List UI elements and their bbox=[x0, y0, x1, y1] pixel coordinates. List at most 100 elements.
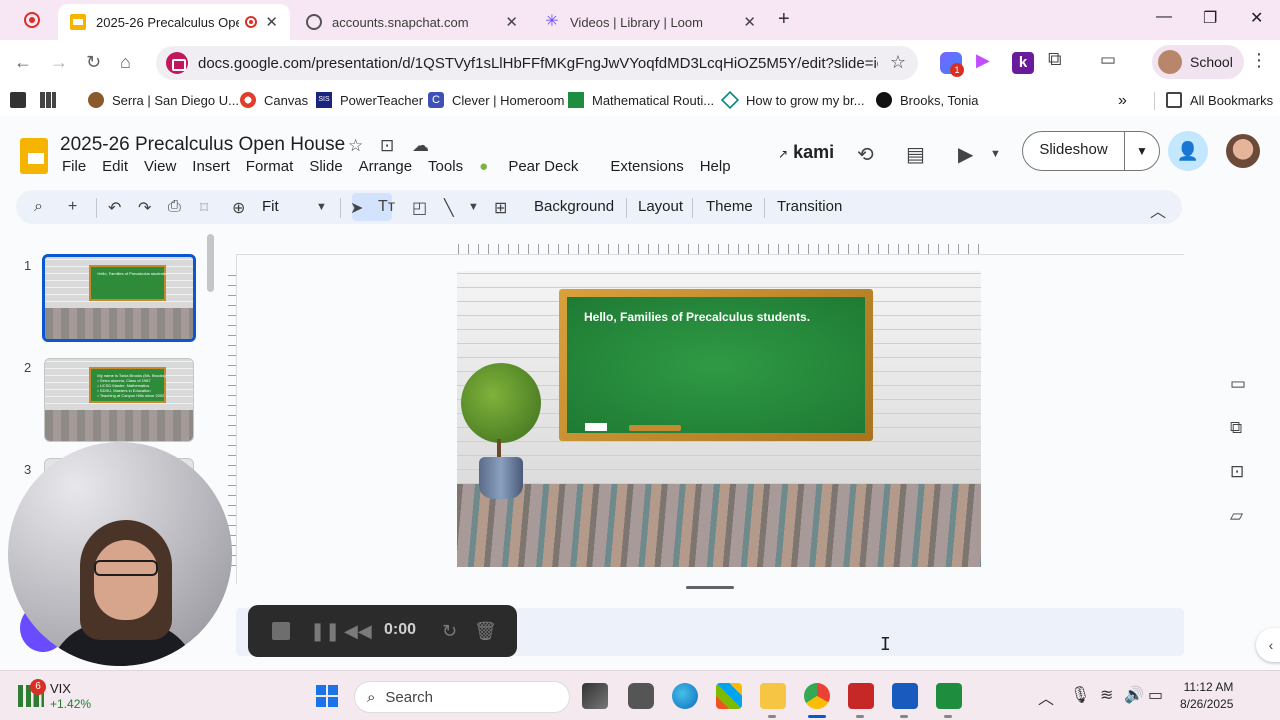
side-panel-toggle-icon[interactable]: ‹ bbox=[1256, 628, 1280, 662]
text-box-icon[interactable]: Tт bbox=[378, 198, 395, 216]
menu-tools[interactable]: Tools bbox=[428, 158, 463, 175]
back-arrow-icon[interactable]: ← bbox=[14, 52, 32, 73]
menu-insert[interactable]: Insert bbox=[192, 158, 230, 175]
bookmark-grow[interactable]: How to grow my br... bbox=[720, 90, 864, 110]
insert-comment-icon[interactable]: ⊞ bbox=[494, 198, 507, 218]
browser-menu-icon[interactable]: ⋮ bbox=[1250, 50, 1268, 71]
bookmark-powerteacher[interactable]: SIS PowerTeacher bbox=[316, 92, 423, 108]
task-view-icon[interactable] bbox=[582, 683, 608, 709]
acrobat-icon[interactable] bbox=[848, 683, 874, 709]
extensions-puzzle-icon[interactable]: ⧉ bbox=[1048, 49, 1070, 71]
new-slide-icon[interactable]: + bbox=[68, 198, 77, 216]
menu-view[interactable]: View bbox=[144, 158, 176, 175]
chevron-down-icon[interactable]: ▼ bbox=[990, 148, 1001, 160]
menu-extensions[interactable]: Extensions bbox=[610, 158, 683, 175]
extension-loom-icon[interactable]: ▶ bbox=[976, 50, 998, 72]
home-icon[interactable]: ⌂ bbox=[120, 52, 131, 73]
menu-arrange[interactable]: Arrange bbox=[359, 158, 412, 175]
extension-kami-icon[interactable]: k bbox=[1012, 52, 1034, 74]
bookmarks-overflow-button[interactable]: » bbox=[1118, 92, 1127, 110]
tab-snapchat[interactable]: accounts.snapchat.com ✕ bbox=[294, 4, 530, 40]
sheets-app-icon[interactable] bbox=[936, 683, 962, 709]
reload-icon[interactable]: ↻ bbox=[86, 52, 101, 73]
notes-resize-handle[interactable] bbox=[686, 586, 734, 589]
collapse-toolbar-icon[interactable]: ︿ bbox=[1150, 198, 1166, 222]
print-icon[interactable]: ⎙ bbox=[168, 198, 181, 216]
slide-thumbnail-2[interactable]: My name is Tonia Brooks (Ms. Brooks) • S… bbox=[44, 358, 194, 442]
transition-button[interactable]: Transition bbox=[777, 198, 842, 215]
slideshow-label[interactable]: Slideshow bbox=[1023, 131, 1125, 171]
theme-button[interactable]: Theme bbox=[706, 198, 753, 215]
slideshow-dropdown-icon[interactable]: ▼ bbox=[1125, 144, 1159, 158]
zoom-icon[interactable]: ⊕ bbox=[232, 198, 245, 218]
new-tab-button[interactable]: + bbox=[778, 8, 790, 31]
close-icon[interactable]: ✕ bbox=[505, 13, 518, 31]
microphone-icon[interactable]: 🎙 bbox=[1070, 685, 1090, 705]
vertical-ruler[interactable] bbox=[228, 266, 236, 566]
cloud-saved-icon[interactable]: ☁ bbox=[412, 136, 429, 156]
line-icon[interactable]: ╲ bbox=[444, 198, 454, 218]
site-info-icon[interactable] bbox=[166, 52, 188, 74]
webcam-bubble[interactable] bbox=[8, 442, 232, 666]
search-menus-icon[interactable]: ⌕ bbox=[34, 198, 43, 216]
taskbar-search-input[interactable]: ⌕ Search bbox=[354, 681, 570, 713]
captions-icon[interactable]: ▭ bbox=[1230, 374, 1246, 394]
battery-icon[interactable]: ▭ bbox=[1148, 685, 1163, 705]
document-title[interactable]: 2025-26 Precalculus Open House bbox=[60, 134, 345, 156]
rewind-icon[interactable]: ◀◀ bbox=[344, 621, 372, 642]
pause-icon[interactable]: ❚❚ bbox=[310, 621, 340, 642]
address-bar[interactable]: docs.google.com/presentation/d/1QSTVyf1s… bbox=[156, 46, 918, 80]
slideshow-button[interactable]: Slideshow ▼ bbox=[1022, 131, 1160, 171]
zoom-select[interactable]: Fit bbox=[262, 198, 279, 215]
restart-icon[interactable]: ↻ bbox=[442, 621, 457, 642]
menu-edit[interactable]: Edit bbox=[102, 158, 128, 175]
bookmark-app-icon[interactable] bbox=[10, 92, 34, 108]
all-bookmarks-button[interactable]: All Bookmarks bbox=[1166, 92, 1273, 108]
shape-icon[interactable]: ◰ bbox=[412, 198, 427, 218]
minimize-button[interactable]: — bbox=[1156, 8, 1172, 26]
slides-library-icon[interactable]: ⧉ bbox=[1230, 418, 1242, 438]
stop-recording-icon[interactable] bbox=[272, 622, 290, 640]
undo-icon[interactable]: ↶ bbox=[108, 198, 121, 218]
line-dropdown-icon[interactable]: ▼ bbox=[468, 201, 479, 213]
bookmark-serra[interactable]: Serra | San Diego U... bbox=[88, 92, 239, 108]
word-icon[interactable] bbox=[892, 683, 918, 709]
edge-icon[interactable] bbox=[672, 683, 698, 709]
bookmark-clever[interactable]: C Clever | Homeroom bbox=[428, 92, 564, 108]
menu-help[interactable]: Help bbox=[700, 158, 731, 175]
maximize-button[interactable]: ❐ bbox=[1203, 8, 1217, 28]
menu-pear-deck[interactable]: ● Pear Deck bbox=[479, 158, 594, 175]
store-icon[interactable] bbox=[716, 683, 742, 709]
forward-arrow-icon[interactable]: → bbox=[50, 52, 68, 73]
filmstrip-scrollbar[interactable] bbox=[207, 234, 214, 292]
window-close-button[interactable]: ✕ bbox=[1250, 8, 1263, 28]
comments-icon[interactable]: ▤ bbox=[906, 142, 925, 167]
bookmark-canvas[interactable]: Canvas bbox=[240, 92, 308, 108]
camera-app-icon[interactable] bbox=[628, 683, 654, 709]
folder-icon[interactable]: ▱ bbox=[1230, 506, 1243, 526]
bookmark-math-routines[interactable]: Mathematical Routi... bbox=[568, 92, 714, 108]
zoom-dropdown-icon[interactable]: ▼ bbox=[316, 201, 327, 213]
file-explorer-icon[interactable] bbox=[760, 683, 786, 709]
horizontal-ruler[interactable] bbox=[458, 244, 980, 254]
redo-icon[interactable]: ↷ bbox=[138, 198, 151, 218]
kami-button[interactable]: ↗ kami bbox=[778, 142, 834, 163]
version-history-icon[interactable]: ⟲ bbox=[857, 142, 874, 167]
move-folder-icon[interactable]: ⊡ bbox=[380, 136, 394, 156]
select-arrow-icon[interactable]: ➤ bbox=[350, 198, 363, 218]
google-slides-logo-icon[interactable] bbox=[20, 138, 48, 174]
current-slide[interactable]: Hello, Families of Precalculus students. bbox=[457, 271, 981, 567]
tray-overflow-icon[interactable]: ︿ bbox=[1038, 685, 1054, 709]
menu-file[interactable]: File bbox=[62, 158, 86, 175]
menu-format[interactable]: Format bbox=[246, 158, 294, 175]
menu-slide[interactable]: Slide bbox=[309, 158, 342, 175]
avatar[interactable] bbox=[1226, 134, 1260, 168]
paint-format-icon[interactable]: ⌑ bbox=[200, 198, 208, 218]
slide-thumbnail-1[interactable]: Hello, Families of Precalculus students. bbox=[42, 254, 196, 342]
url-text[interactable]: docs.google.com/presentation/d/1QSTVyf1s… bbox=[198, 55, 878, 72]
image-gallery-icon[interactable]: ⊡ bbox=[1230, 462, 1244, 482]
bookmark-star-icon[interactable]: ☆ bbox=[890, 52, 906, 73]
star-icon[interactable]: ☆ bbox=[348, 136, 363, 156]
system-clock[interactable]: 11:12 AM 8/26/2025 bbox=[1180, 679, 1233, 713]
slide-text-box[interactable]: Hello, Families of Precalculus students. bbox=[584, 310, 810, 324]
